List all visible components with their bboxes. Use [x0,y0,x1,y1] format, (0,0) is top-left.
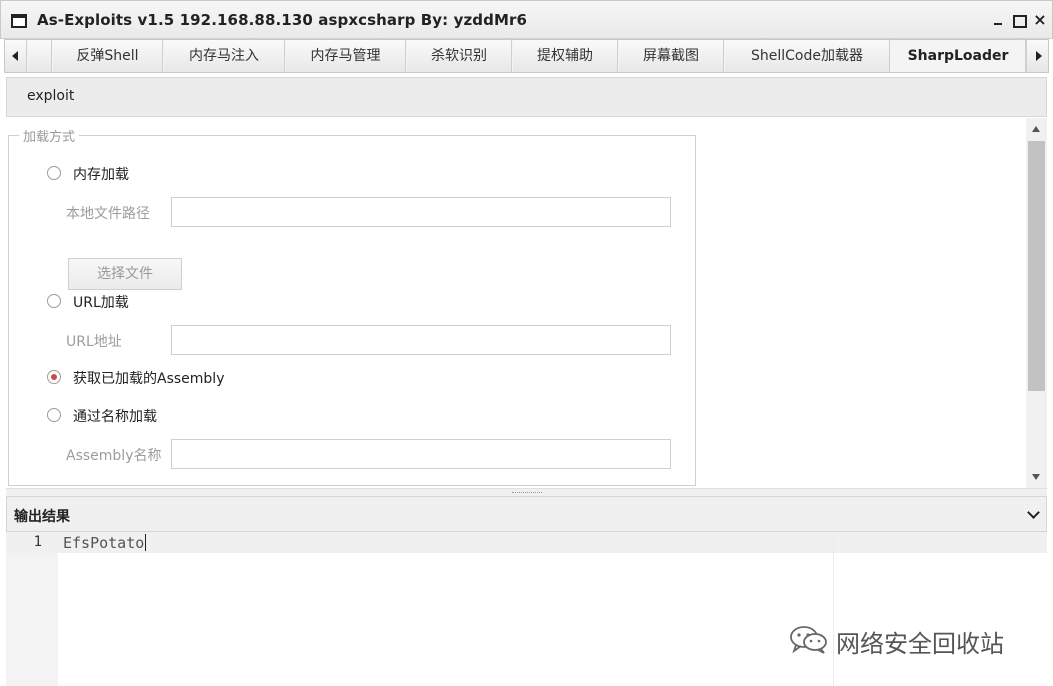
tab-strip: 反弹Shell 内存马注入 内存马管理 杀软识别 提权辅助 屏幕截图 Shell… [4,39,1049,73]
radio-loaded-assembly-circle[interactable] [47,370,61,384]
wechat-logo-icon [790,626,827,654]
choose-file-button[interactable]: 选择文件 [68,258,182,290]
radio-loaded-assembly-label[interactable]: 获取已加载的Assembly [73,368,224,388]
close-icon[interactable]: × [1033,12,1047,28]
watermark-text: 网络安全回收站 [836,630,1004,658]
code-line[interactable]: EfsPotato [63,534,147,552]
local-path-input[interactable] [171,197,671,227]
window-icon [11,14,27,28]
editor-gutter [6,532,58,686]
output-editor[interactable]: 1 EfsPotato [6,532,1047,686]
line-number: 1 [33,534,42,550]
code-line-text[interactable]: EfsPotato [63,534,144,552]
radio-load-by-name-label[interactable]: 通过名称加载 [73,406,157,426]
output-panel-header[interactable]: 输出结果 [6,496,1047,532]
radio-load-by-name-circle[interactable] [47,408,61,422]
url-label: URL地址 [66,334,122,350]
tab-scroll-right-button[interactable] [1026,40,1048,72]
toolbar: exploit [6,77,1047,117]
main-pane: 加载方式 内存加载 本地文件路径 选择文件 URL加载 URL地址 获取已加载的… [6,118,1047,488]
maximize-icon[interactable] [1012,13,1027,28]
tab-memshell-inject[interactable]: 内存马注入 [164,40,285,72]
tab-scroll-left-button[interactable] [5,40,27,72]
tab-av-detect[interactable]: 杀软识别 [407,40,512,72]
chevron-right-icon [1036,51,1042,61]
tab-spacer [28,40,52,72]
output-title: 输出结果 [14,509,70,525]
window-titlebar: As-Exploits v1.5 192.168.88.130 aspxcsha… [0,0,1053,39]
load-method-legend: 加载方式 [19,126,80,145]
tab-shellcode-loader[interactable]: ShellCode加载器 [725,40,890,72]
window-title: As-Exploits v1.5 192.168.88.130 aspxcsha… [37,11,528,29]
scrollbar-thumb[interactable] [1028,141,1045,391]
radio-memory-load-label[interactable]: 内存加载 [73,164,129,184]
scroll-down-icon[interactable] [1032,474,1040,480]
radio-memory-load-circle[interactable] [47,166,61,180]
main-vertical-scrollbar[interactable] [1026,118,1047,488]
load-method-group: 加载方式 内存加载 本地文件路径 选择文件 URL加载 URL地址 获取已加载的… [8,126,696,486]
tab-reverse-shell[interactable]: 反弹Shell [53,40,163,72]
radio-url-load-label[interactable]: URL加载 [73,292,129,312]
assembly-name-input[interactable] [171,439,671,469]
local-path-label: 本地文件路径 [66,206,150,222]
active-line-highlight [6,532,1047,553]
minimize-icon[interactable] [991,13,1005,27]
exploit-button[interactable]: exploit [27,88,74,104]
url-input[interactable] [171,325,671,355]
scroll-up-icon[interactable] [1032,126,1040,132]
tab-privesc-helper[interactable]: 提权辅助 [513,40,618,72]
splitter-grip-icon[interactable] [512,492,542,494]
pane-splitter[interactable] [6,488,1047,496]
chevron-left-icon [12,51,18,61]
radio-url-load-circle[interactable] [47,294,61,308]
chevron-down-icon[interactable] [1027,506,1040,519]
tab-sharploader[interactable]: SharpLoader [891,40,1026,72]
print-margin [833,532,834,686]
tab-screenshot[interactable]: 屏幕截图 [619,40,724,72]
assembly-name-label: Assembly名称 [66,448,162,464]
tab-memshell-manage[interactable]: 内存马管理 [286,40,406,72]
text-caret [145,534,147,551]
